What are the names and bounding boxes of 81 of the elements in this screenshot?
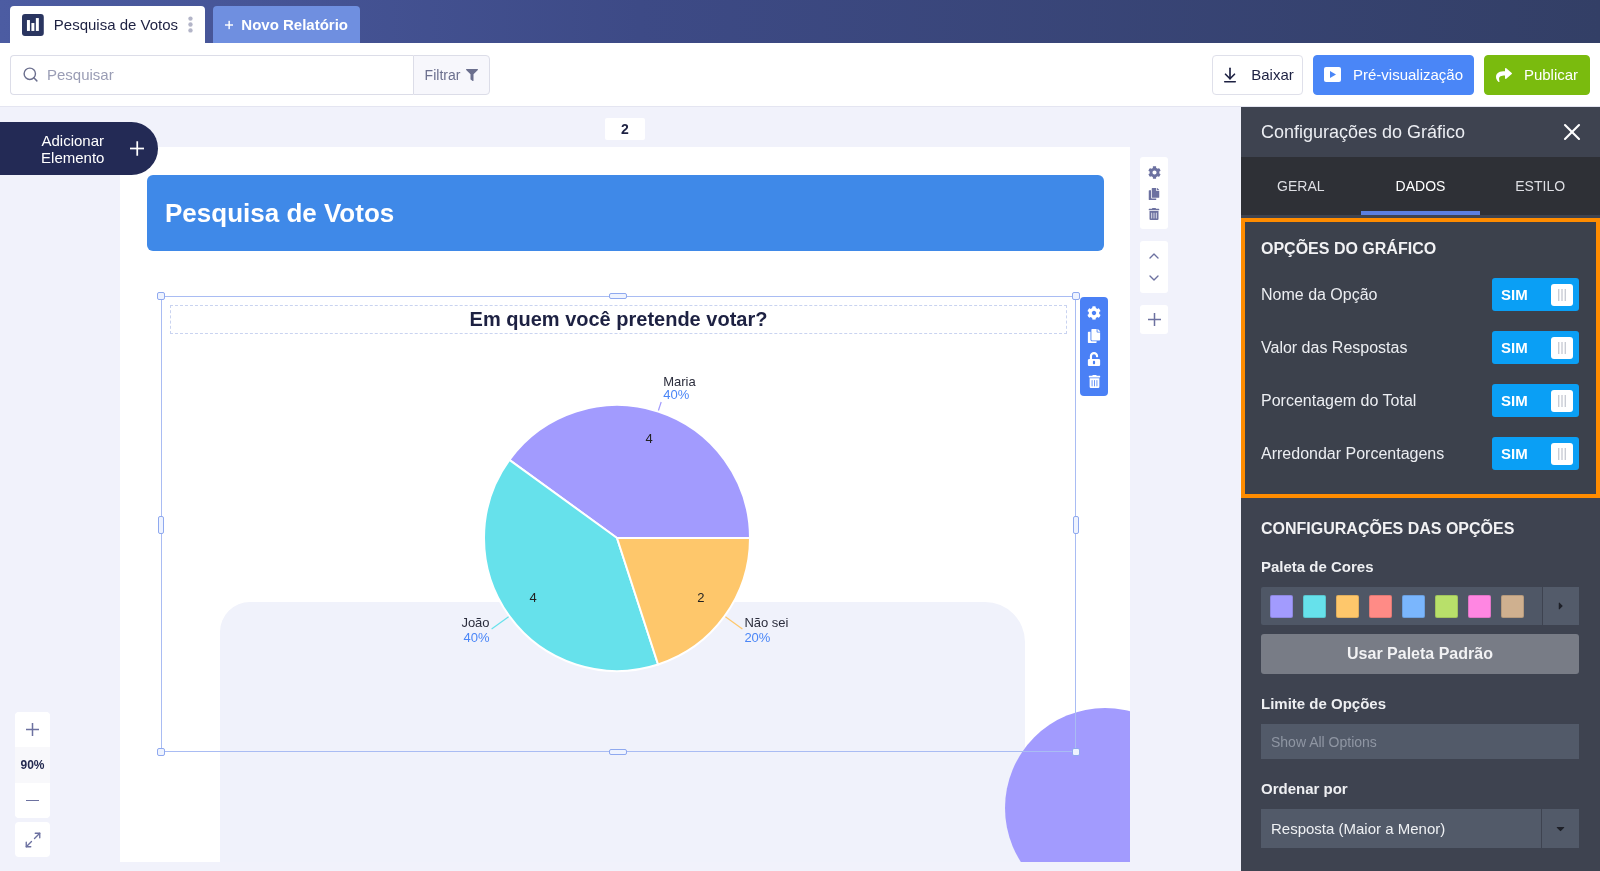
new-report-tab[interactable]: Novo Relatório [213, 6, 360, 43]
percent-label: 20% [744, 630, 771, 646]
default-palette-button[interactable]: Usar Paleta Padrão [1261, 634, 1579, 674]
report-title-banner: Pesquisa de Votos [147, 175, 1104, 251]
color-swatch-icon[interactable] [1336, 594, 1359, 618]
limit-input[interactable]: Show All Options [1261, 724, 1579, 759]
toggle-switch[interactable]: SIM [1492, 278, 1579, 311]
leader-line [724, 616, 743, 630]
download-button[interactable]: Baixar [1212, 54, 1303, 95]
settings-icon[interactable] [1147, 165, 1161, 179]
option-label: Porcentagem do Total [1261, 391, 1417, 410]
resize-handle[interactable] [157, 292, 165, 300]
kebab-menu-icon[interactable] [188, 16, 193, 33]
toggle-thumb [1551, 389, 1573, 412]
page-number: 2 [605, 118, 645, 140]
slice-value: 2 [697, 590, 705, 606]
document-tab[interactable]: Pesquisa de Votos [10, 6, 205, 43]
resize-handle[interactable] [609, 749, 627, 755]
color-swatch-icon[interactable] [1303, 594, 1326, 618]
color-swatch-icon[interactable] [1402, 594, 1425, 618]
funnel-icon [466, 68, 479, 81]
slice-label: Maria [663, 374, 696, 389]
option-label: Arredondar Porcentagens [1261, 444, 1445, 463]
search-icon [22, 65, 39, 83]
preview-button[interactable]: Pré-visualização [1313, 54, 1474, 95]
chart-title: Em quem você pretende votar? [170, 305, 1067, 334]
color-swatch-icon[interactable] [1468, 594, 1491, 618]
slice-value: 4 [529, 590, 537, 606]
settings-icon[interactable] [1087, 305, 1101, 320]
play-icon [1323, 67, 1341, 82]
slice-label: João [461, 615, 490, 631]
resize-handle[interactable] [1072, 748, 1080, 756]
expand-arrows-icon [23, 830, 42, 849]
color-swatch-icon[interactable] [1435, 594, 1458, 618]
percent-label: 40% [463, 630, 490, 646]
option-label: Valor das Respostas [1261, 338, 1408, 357]
slice-label: Não sei [744, 615, 789, 631]
section-heading: CONFIGURAÇÕES DAS OPÇÕES [1261, 520, 1516, 538]
filter-button[interactable]: Filtrar [413, 54, 490, 95]
panel-title: Configurações do Gráfico [1261, 121, 1466, 143]
percent-label: 40% [663, 387, 690, 402]
field-label: Ordenar por [1261, 780, 1349, 797]
bar-chart-logo-icon [22, 13, 44, 36]
resize-handle[interactable] [158, 516, 164, 534]
leader-line [657, 401, 662, 412]
resize-handle[interactable] [1073, 516, 1079, 534]
resize-handle[interactable] [157, 748, 165, 756]
toggle-switch[interactable]: SIM [1492, 437, 1579, 470]
sort-select[interactable]: Resposta (Maior a Menor) [1261, 809, 1579, 848]
panel-tab[interactable]: GERAL [1241, 157, 1361, 215]
plus-icon [26, 723, 39, 736]
toggle-switch[interactable]: SIM [1492, 384, 1579, 417]
fullscreen-button[interactable] [15, 822, 50, 857]
copy-icon[interactable] [1087, 328, 1101, 343]
section-heading: OPÇÕES DO GRÁFICO [1261, 240, 1438, 258]
option-label: Nome da Opção [1261, 285, 1378, 304]
add-element-button[interactable]: Adicionar Elemento [0, 122, 158, 175]
resize-handle[interactable] [1072, 292, 1080, 300]
trash-icon[interactable] [1148, 208, 1160, 221]
minus-icon [26, 799, 39, 802]
color-swatch-icon[interactable] [1270, 594, 1293, 618]
plus-icon[interactable] [1147, 313, 1161, 326]
zoom-level: 90% [15, 747, 50, 783]
unlocked-padlock-icon[interactable] [1087, 351, 1101, 366]
color-swatch-icon[interactable] [1369, 594, 1392, 618]
resize-handle[interactable] [609, 293, 627, 299]
panel-tab[interactable]: ESTILO [1480, 157, 1600, 215]
copy-icon[interactable] [1148, 187, 1160, 200]
color-swatch-icon[interactable] [1501, 594, 1524, 618]
toggle-thumb [1551, 336, 1573, 359]
plus-icon [129, 141, 144, 156]
toggle-switch[interactable]: SIM [1492, 331, 1579, 364]
leader-line [491, 616, 510, 630]
slice-value: 4 [645, 430, 653, 446]
search-field[interactable]: Pesquisar [10, 54, 413, 95]
trash-icon[interactable] [1087, 374, 1101, 388]
share-arrow-icon [1495, 66, 1512, 83]
toggle-thumb [1551, 442, 1573, 465]
toggle-thumb [1551, 283, 1573, 306]
field-label: Limite de Opções [1261, 695, 1388, 712]
field-label: Paleta de Cores [1261, 558, 1375, 575]
